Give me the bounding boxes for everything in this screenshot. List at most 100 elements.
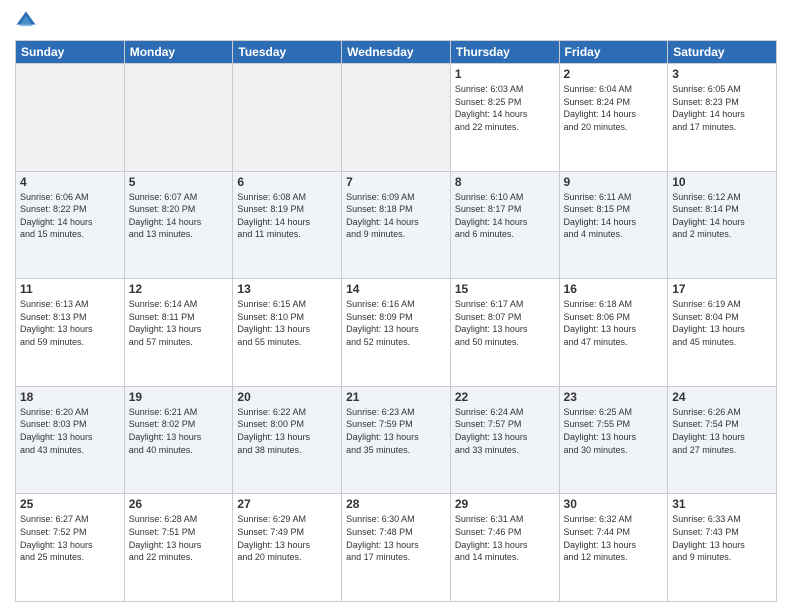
day-number: 22: [455, 390, 555, 404]
day-info: Sunrise: 6:13 AM Sunset: 8:13 PM Dayligh…: [20, 298, 120, 348]
calendar-week-row: 4 Sunrise: 6:06 AM Sunset: 8:22 PM Daylig…: [16, 171, 777, 279]
calendar-week-row: 18Sunrise: 6:20 AM Sunset: 8:03 PM Dayli…: [16, 386, 777, 494]
day-number: 5: [129, 175, 229, 189]
weekday-header: Friday: [559, 41, 668, 64]
calendar-cell: [233, 64, 342, 172]
day-info: Sunrise: 6:32 AM Sunset: 7:44 PM Dayligh…: [564, 513, 664, 563]
day-info: Sunrise: 6:06 AM Sunset: 8:22 PM Dayligh…: [20, 191, 120, 241]
calendar-week-row: 11 Sunrise: 6:13 AM Sunset: 8:13 PM Dayli…: [16, 279, 777, 387]
day-info: Sunrise: 6:26 AM Sunset: 7:54 PM Dayligh…: [672, 406, 772, 456]
day-info: Sunrise: 6:03 AM Sunset: 8:25 PM Dayligh…: [455, 83, 555, 133]
day-info: Sunrise: 6:15 AM Sunset: 8:10 PM Dayligh…: [237, 298, 337, 348]
day-number: 11: [20, 282, 120, 296]
day-number: 26: [129, 497, 229, 511]
logo: [15, 10, 41, 32]
day-number: 1: [455, 67, 555, 81]
calendar-cell: 9 Sunrise: 6:11 AM Sunset: 8:15 PM Daylig…: [559, 171, 668, 279]
day-info: Sunrise: 6:21 AM Sunset: 8:02 PM Dayligh…: [129, 406, 229, 456]
calendar-cell: 25 Sunrise: 6:27 AM Sunset: 7:52 PM Dayli…: [16, 494, 125, 602]
calendar-cell: 5Sunrise: 6:07 AM Sunset: 8:20 PM Daylig…: [124, 171, 233, 279]
calendar-cell: 15Sunrise: 6:17 AM Sunset: 8:07 PM Dayli…: [450, 279, 559, 387]
calendar-cell: 10 Sunrise: 6:12 AM Sunset: 8:14 PM Dayli…: [668, 171, 777, 279]
calendar-cell: 6 Sunrise: 6:08 AM Sunset: 8:19 PM Daylig…: [233, 171, 342, 279]
day-number: 6: [237, 175, 337, 189]
weekday-header: Wednesday: [342, 41, 451, 64]
day-number: 29: [455, 497, 555, 511]
calendar-cell: 16Sunrise: 6:18 AM Sunset: 8:06 PM Dayli…: [559, 279, 668, 387]
calendar-cell: [124, 64, 233, 172]
day-number: 10: [672, 175, 772, 189]
day-number: 18: [20, 390, 120, 404]
logo-icon: [15, 10, 37, 32]
calendar-table: SundayMondayTuesdayWednesdayThursdayFrid…: [15, 40, 777, 602]
calendar-cell: 8 Sunrise: 6:10 AM Sunset: 8:17 PM Daylig…: [450, 171, 559, 279]
day-info: Sunrise: 6:28 AM Sunset: 7:51 PM Dayligh…: [129, 513, 229, 563]
calendar-cell: 18Sunrise: 6:20 AM Sunset: 8:03 PM Dayli…: [16, 386, 125, 494]
page: SundayMondayTuesdayWednesdayThursdayFrid…: [0, 0, 792, 612]
day-info: Sunrise: 6:29 AM Sunset: 7:49 PM Dayligh…: [237, 513, 337, 563]
calendar-week-row: 1 Sunrise: 6:03 AM Sunset: 8:25 PM Daylig…: [16, 64, 777, 172]
calendar-week-row: 25 Sunrise: 6:27 AM Sunset: 7:52 PM Dayli…: [16, 494, 777, 602]
weekday-header: Saturday: [668, 41, 777, 64]
day-number: 8: [455, 175, 555, 189]
day-number: 27: [237, 497, 337, 511]
calendar-cell: 24Sunrise: 6:26 AM Sunset: 7:54 PM Dayli…: [668, 386, 777, 494]
day-number: 19: [129, 390, 229, 404]
day-number: 7: [346, 175, 446, 189]
calendar-cell: 2 Sunrise: 6:04 AM Sunset: 8:24 PM Daylig…: [559, 64, 668, 172]
calendar-cell: 20 Sunrise: 6:22 AM Sunset: 8:00 PM Dayli…: [233, 386, 342, 494]
day-info: Sunrise: 6:33 AM Sunset: 7:43 PM Dayligh…: [672, 513, 772, 563]
calendar-cell: 11 Sunrise: 6:13 AM Sunset: 8:13 PM Dayli…: [16, 279, 125, 387]
calendar-cell: 29 Sunrise: 6:31 AM Sunset: 7:46 PM Dayli…: [450, 494, 559, 602]
calendar-cell: 22 Sunrise: 6:24 AM Sunset: 7:57 PM Dayli…: [450, 386, 559, 494]
day-info: Sunrise: 6:24 AM Sunset: 7:57 PM Dayligh…: [455, 406, 555, 456]
weekday-header: Monday: [124, 41, 233, 64]
day-number: 30: [564, 497, 664, 511]
calendar-cell: 14Sunrise: 6:16 AM Sunset: 8:09 PM Dayli…: [342, 279, 451, 387]
day-info: Sunrise: 6:11 AM Sunset: 8:15 PM Dayligh…: [564, 191, 664, 241]
calendar-cell: 31Sunrise: 6:33 AM Sunset: 7:43 PM Dayli…: [668, 494, 777, 602]
day-number: 21: [346, 390, 446, 404]
day-info: Sunrise: 6:04 AM Sunset: 8:24 PM Dayligh…: [564, 83, 664, 133]
calendar-cell: 28 Sunrise: 6:30 AM Sunset: 7:48 PM Dayli…: [342, 494, 451, 602]
calendar-cell: 27 Sunrise: 6:29 AM Sunset: 7:49 PM Dayli…: [233, 494, 342, 602]
header: [15, 10, 777, 32]
weekday-header: Tuesday: [233, 41, 342, 64]
day-info: Sunrise: 6:18 AM Sunset: 8:06 PM Dayligh…: [564, 298, 664, 348]
day-number: 20: [237, 390, 337, 404]
day-info: Sunrise: 6:30 AM Sunset: 7:48 PM Dayligh…: [346, 513, 446, 563]
day-info: Sunrise: 6:12 AM Sunset: 8:14 PM Dayligh…: [672, 191, 772, 241]
day-number: 4: [20, 175, 120, 189]
calendar-cell: 30 Sunrise: 6:32 AM Sunset: 7:44 PM Dayli…: [559, 494, 668, 602]
day-info: Sunrise: 6:22 AM Sunset: 8:00 PM Dayligh…: [237, 406, 337, 456]
calendar-cell: 4 Sunrise: 6:06 AM Sunset: 8:22 PM Daylig…: [16, 171, 125, 279]
calendar-cell: 19 Sunrise: 6:21 AM Sunset: 8:02 PM Dayli…: [124, 386, 233, 494]
day-number: 3: [672, 67, 772, 81]
day-info: Sunrise: 6:17 AM Sunset: 8:07 PM Dayligh…: [455, 298, 555, 348]
calendar-cell: 23Sunrise: 6:25 AM Sunset: 7:55 PM Dayli…: [559, 386, 668, 494]
day-number: 12: [129, 282, 229, 296]
calendar-cell: 3 Sunrise: 6:05 AM Sunset: 8:23 PM Daylig…: [668, 64, 777, 172]
day-info: Sunrise: 6:10 AM Sunset: 8:17 PM Dayligh…: [455, 191, 555, 241]
weekday-header: Thursday: [450, 41, 559, 64]
day-info: Sunrise: 6:08 AM Sunset: 8:19 PM Dayligh…: [237, 191, 337, 241]
day-info: Sunrise: 6:25 AM Sunset: 7:55 PM Dayligh…: [564, 406, 664, 456]
day-number: 2: [564, 67, 664, 81]
calendar-cell: [342, 64, 451, 172]
calendar-cell: 7 Sunrise: 6:09 AM Sunset: 8:18 PM Daylig…: [342, 171, 451, 279]
day-number: 25: [20, 497, 120, 511]
day-number: 9: [564, 175, 664, 189]
weekday-header: Sunday: [16, 41, 125, 64]
day-info: Sunrise: 6:31 AM Sunset: 7:46 PM Dayligh…: [455, 513, 555, 563]
day-info: Sunrise: 6:05 AM Sunset: 8:23 PM Dayligh…: [672, 83, 772, 133]
day-info: Sunrise: 6:09 AM Sunset: 8:18 PM Dayligh…: [346, 191, 446, 241]
calendar-cell: 1 Sunrise: 6:03 AM Sunset: 8:25 PM Daylig…: [450, 64, 559, 172]
day-number: 28: [346, 497, 446, 511]
day-number: 13: [237, 282, 337, 296]
calendar-cell: [16, 64, 125, 172]
day-info: Sunrise: 6:19 AM Sunset: 8:04 PM Dayligh…: [672, 298, 772, 348]
day-number: 17: [672, 282, 772, 296]
calendar-cell: 12 Sunrise: 6:14 AM Sunset: 8:11 PM Dayli…: [124, 279, 233, 387]
day-info: Sunrise: 6:14 AM Sunset: 8:11 PM Dayligh…: [129, 298, 229, 348]
day-info: Sunrise: 6:27 AM Sunset: 7:52 PM Dayligh…: [20, 513, 120, 563]
